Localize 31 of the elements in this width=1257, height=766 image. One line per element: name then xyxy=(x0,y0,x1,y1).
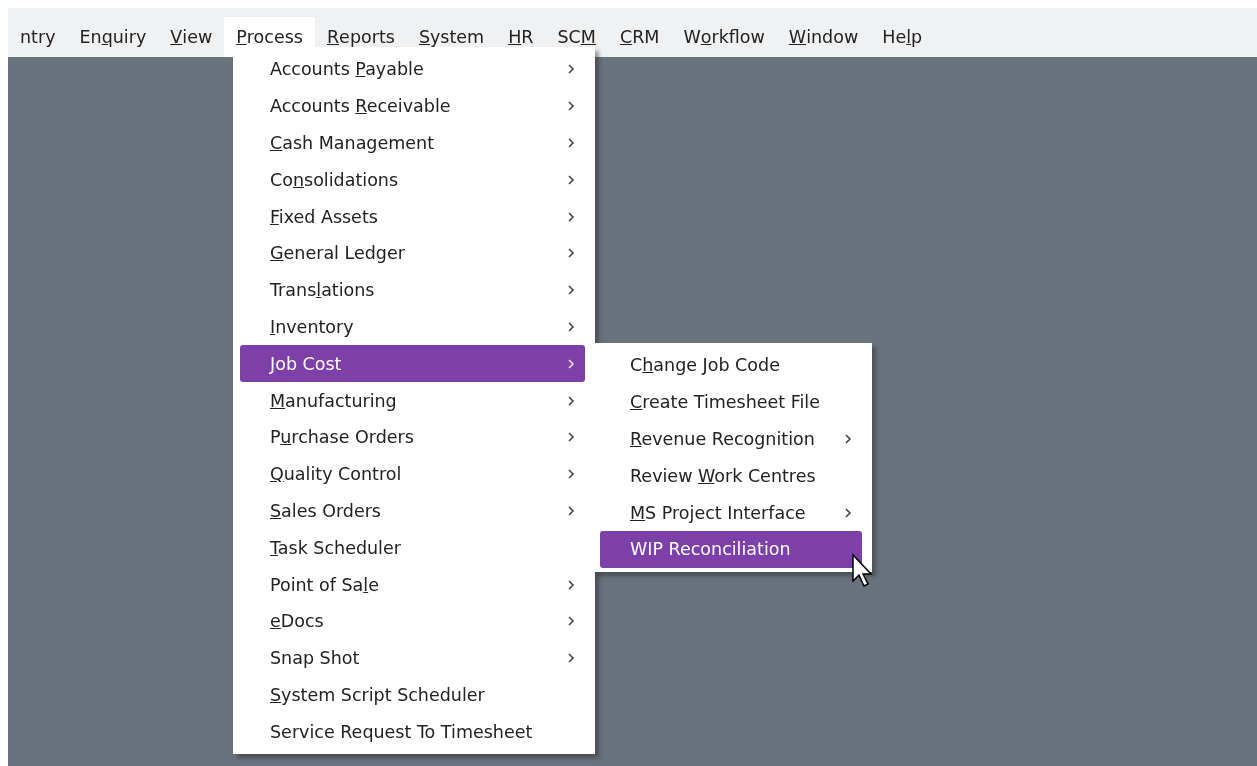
menu-item[interactable]: MS Project Interface xyxy=(600,494,862,531)
menu-item[interactable]: eDocs xyxy=(240,602,585,640)
menu-item[interactable]: Job Cost xyxy=(240,345,585,383)
menu-item[interactable]: Sales Orders xyxy=(240,492,585,530)
menu-item[interactable]: Cash Management xyxy=(240,124,585,162)
menu-item[interactable]: Snap Shot xyxy=(240,639,585,677)
menu-item[interactable]: Service Request To Timesheet xyxy=(240,713,585,751)
menu-item[interactable]: System Script Scheduler xyxy=(240,676,585,714)
menu-item[interactable]: Revenue Recognition xyxy=(600,420,862,458)
menu-bar-item[interactable]: Workflow xyxy=(671,17,777,57)
menu-item[interactable]: Point of Sale xyxy=(240,566,585,603)
menu-item[interactable]: Consolidations xyxy=(240,161,585,199)
menu-item[interactable]: Fixed Assets xyxy=(240,198,585,235)
menu-bar-item[interactable]: ntry xyxy=(8,17,68,57)
menu-bar-item[interactable]: Enquiry xyxy=(67,17,159,57)
menu-item[interactable]: Quality Control xyxy=(240,455,585,493)
menu-bar-item[interactable]: CRM xyxy=(607,17,672,57)
menu-bar-item[interactable]: View xyxy=(158,17,225,57)
menu-item[interactable]: Translations xyxy=(240,271,585,309)
menu-item[interactable]: WIP Reconciliation xyxy=(600,531,862,568)
menu-item[interactable]: Inventory xyxy=(240,308,585,346)
menu-item[interactable]: Manufacturing xyxy=(240,382,585,419)
menu-item[interactable]: Change Job Code xyxy=(600,347,862,384)
menu-item[interactable]: General Ledger xyxy=(240,235,585,272)
menu-item[interactable]: Create Timesheet File xyxy=(600,383,862,421)
menu-item[interactable]: Review Work Centres xyxy=(600,457,862,495)
menu-item[interactable]: Accounts Receivable xyxy=(240,87,585,125)
menu-item[interactable]: Purchase Orders xyxy=(240,418,585,456)
menu-bar-item[interactable]: Help xyxy=(870,17,935,57)
menu-item[interactable]: Task Scheduler xyxy=(240,529,585,567)
menu-bar-item[interactable]: Window xyxy=(776,17,871,57)
